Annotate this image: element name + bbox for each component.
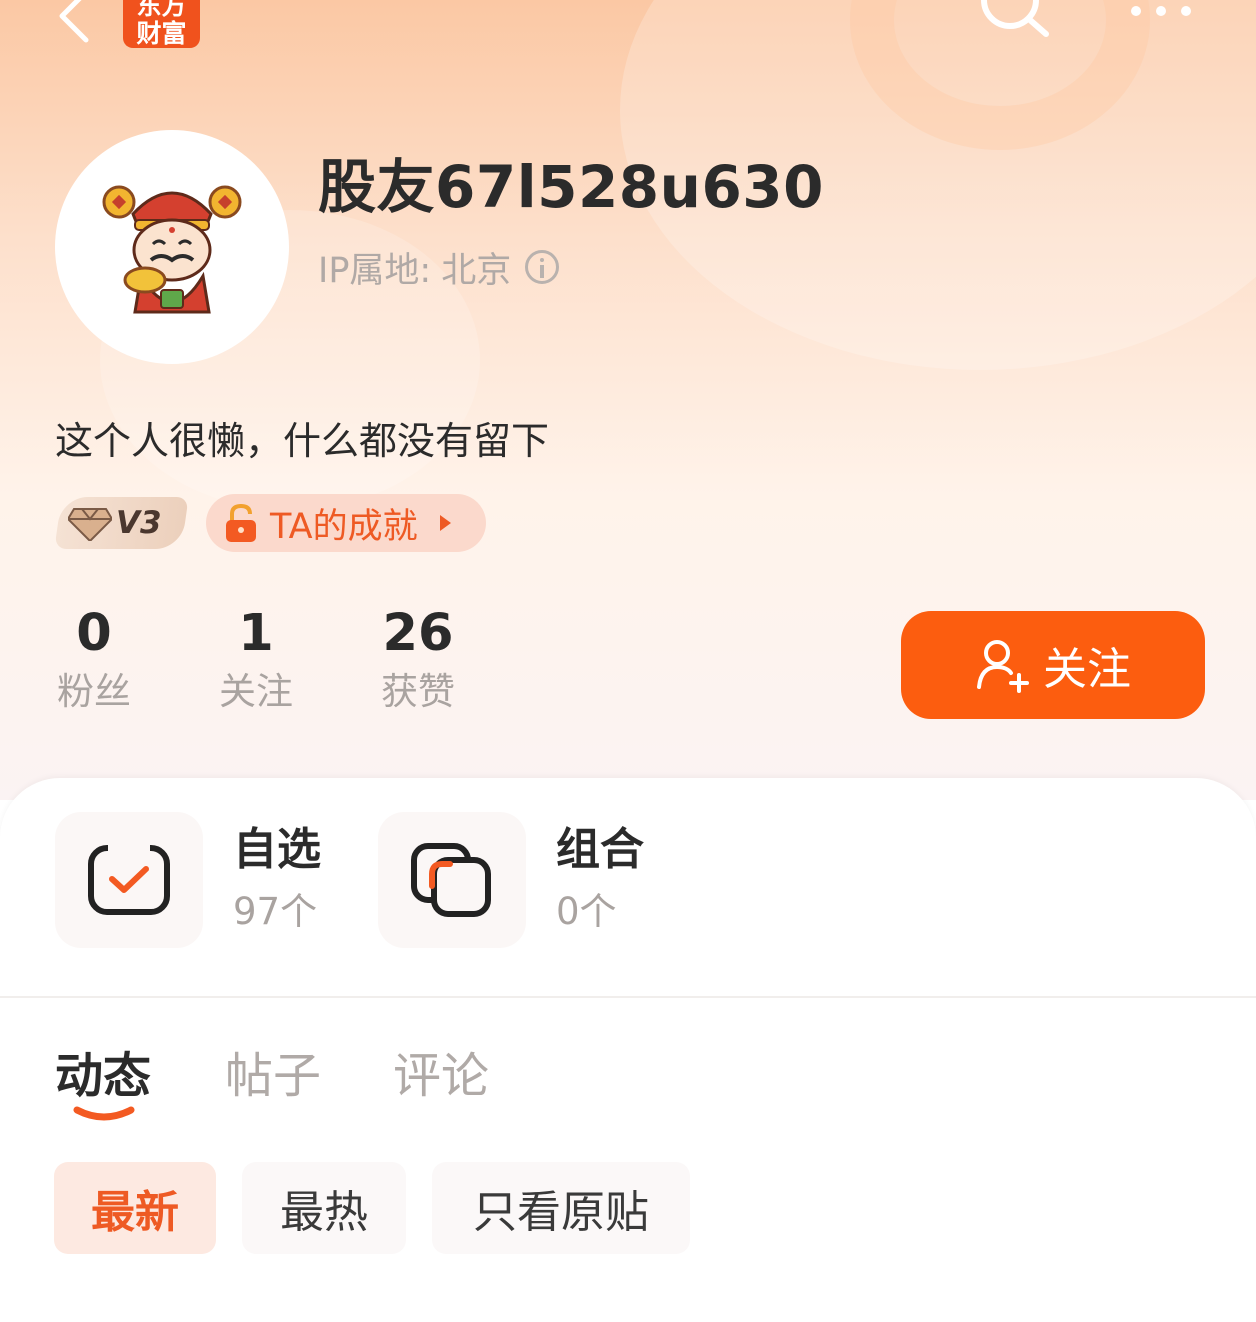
level-badge[interactable]: V3 [54,497,189,549]
tab-comments[interactable]: 评论 [393,1036,489,1106]
achievements-button[interactable]: TA的成就 [206,494,486,552]
stat-label: 关注 [219,670,293,713]
portfolio-icon-box [378,812,526,948]
user-bio: 这个人很懒，什么都没有留下 [55,419,550,463]
stat-value: 1 [238,604,274,663]
stat-value: 0 [76,604,112,663]
more-button[interactable] [1122,0,1200,28]
portfolio-icon [411,843,491,917]
add-user-icon [977,640,1029,693]
filter-latest[interactable]: 最新 [54,1162,216,1254]
search-button[interactable] [970,0,1054,52]
watchlist-icon-box [55,812,203,948]
watchlist-count: 97个 [233,890,318,933]
app-logo: 东方 财富 [123,0,200,48]
active-tab-indicator [73,1106,135,1121]
section-divider [0,996,1256,998]
achievements-label: TA的成就 [270,506,418,547]
lock-icon [226,503,256,542]
stat-following[interactable]: 1 关注 [196,604,316,720]
ip-location-row: IP属地: 北京 [318,244,560,291]
checkbox-icon [88,845,170,915]
diamond-icon [68,508,112,541]
filter-hot[interactable]: 最热 [242,1162,406,1254]
stat-value: 26 [382,604,454,663]
filter-original-only[interactable]: 只看原贴 [432,1162,690,1254]
info-icon[interactable] [525,250,560,284]
stat-fans[interactable]: 0 粉丝 [34,604,154,720]
tab-activity[interactable]: 动态 [55,1036,151,1106]
portfolio-title: 组合 [556,824,644,875]
more-dots-icon [1131,6,1191,16]
chevron-left-icon [59,0,89,43]
follow-button[interactable]: 关注 [901,611,1205,719]
stat-label: 粉丝 [57,670,131,713]
stat-likes[interactable]: 26 获赞 [358,604,478,720]
stat-label: 获赞 [381,670,455,713]
fortune-god-avatar-icon [102,185,242,314]
avatar[interactable] [55,130,289,364]
portfolio-count: 0个 [556,890,617,933]
back-button[interactable] [48,0,98,44]
search-icon [981,0,1049,37]
watchlist-title: 自选 [233,824,321,875]
portfolio-entry[interactable]: 组合 0个 [378,812,644,948]
watchlist-entry[interactable]: 自选 97个 [55,812,321,948]
triangle-right-icon [439,515,451,531]
tab-posts[interactable]: 帖子 [225,1036,321,1106]
username: 股友67l528u630 [318,153,825,221]
ip-location: 北京 [441,250,512,291]
ip-label: IP属地: [318,250,432,291]
level-badge-text: V3 [116,505,162,541]
follow-button-label: 关注 [1043,644,1131,695]
logo-line-2: 财富 [136,19,187,48]
logo-line-1: 东方 [136,0,187,20]
